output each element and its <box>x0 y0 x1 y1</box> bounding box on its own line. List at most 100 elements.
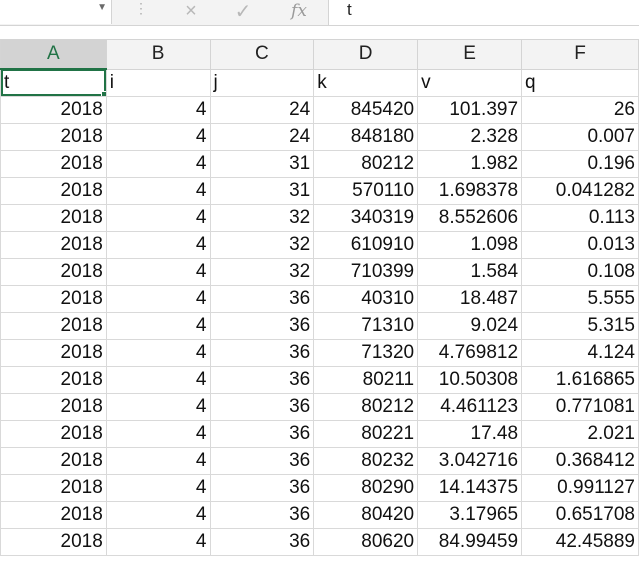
table-cell[interactable]: 101.397 <box>417 95 523 124</box>
table-cell[interactable]: 24 <box>209 122 315 151</box>
table-cell[interactable]: 848180 <box>313 122 419 151</box>
table-cell[interactable]: 80211 <box>313 365 419 394</box>
table-cell[interactable]: 4 <box>105 284 211 313</box>
table-cell[interactable]: 4 <box>105 365 211 394</box>
table-cell[interactable]: 32 <box>209 203 315 232</box>
table-cell[interactable]: 5.555 <box>521 284 639 313</box>
table-cell[interactable]: 4 <box>105 473 211 502</box>
table-cell[interactable]: 0.196 <box>521 149 639 178</box>
table-cell[interactable]: 4 <box>105 338 211 367</box>
table-cell[interactable]: 0.368412 <box>521 446 639 475</box>
table-cell[interactable]: 4 <box>105 257 211 286</box>
table-cell[interactable]: 570110 <box>313 176 419 205</box>
table-cell[interactable]: 0.651708 <box>521 500 639 529</box>
table-cell[interactable]: 2.021 <box>521 419 639 448</box>
table-cell[interactable]: 5.315 <box>521 311 639 340</box>
table-cell[interactable]: 4 <box>105 500 211 529</box>
table-cell[interactable]: 80221 <box>313 419 419 448</box>
table-cell[interactable]: 0.108 <box>521 257 639 286</box>
fill-handle[interactable] <box>100 90 106 95</box>
table-cell[interactable]: 71320 <box>313 338 419 367</box>
table-cell[interactable]: 340319 <box>313 203 419 232</box>
table-cell[interactable]: 2018 <box>0 257 107 286</box>
name-box[interactable]: ▼ <box>0 0 112 24</box>
header-cell[interactable]: q <box>521 68 639 97</box>
table-cell[interactable]: 36 <box>209 338 315 367</box>
table-cell[interactable]: 0.041282 <box>521 176 639 205</box>
column-header-c[interactable]: C <box>209 39 315 70</box>
table-cell[interactable]: 80212 <box>313 392 419 421</box>
table-cell[interactable]: 4 <box>105 419 211 448</box>
table-cell[interactable]: 4 <box>105 446 211 475</box>
table-cell[interactable]: 2018 <box>0 446 107 475</box>
header-cell[interactable]: j <box>209 68 315 97</box>
table-cell[interactable]: 10.50308 <box>417 365 523 394</box>
drag-handle-icon[interactable]: ⋮ <box>134 0 148 17</box>
table-cell[interactable]: 36 <box>209 473 315 502</box>
table-cell[interactable]: 2018 <box>0 392 107 421</box>
table-cell[interactable]: 4 <box>105 392 211 421</box>
formula-input[interactable]: t <box>329 0 639 25</box>
insert-function-icon[interactable]: fx <box>282 0 316 22</box>
table-cell[interactable]: 36 <box>209 527 315 556</box>
column-header-a[interactable]: A <box>0 39 107 70</box>
active-cell[interactable]: t <box>0 68 107 97</box>
header-cell[interactable]: k <box>313 68 419 97</box>
table-cell[interactable]: 0.013 <box>521 230 639 259</box>
table-cell[interactable]: 4 <box>105 149 211 178</box>
table-cell[interactable]: 610910 <box>313 230 419 259</box>
table-cell[interactable]: 4 <box>105 230 211 259</box>
table-cell[interactable]: 42.45889 <box>521 527 639 556</box>
table-cell[interactable]: 4 <box>105 203 211 232</box>
table-cell[interactable]: 84.99459 <box>417 527 523 556</box>
table-cell[interactable]: 4 <box>105 311 211 340</box>
table-cell[interactable]: 4.769812 <box>417 338 523 367</box>
table-cell[interactable]: 2.328 <box>417 122 523 151</box>
table-cell[interactable]: 32 <box>209 230 315 259</box>
table-cell[interactable]: 2018 <box>0 338 107 367</box>
table-cell[interactable]: 4 <box>105 95 211 124</box>
table-cell[interactable]: 4 <box>105 122 211 151</box>
table-cell[interactable]: 2018 <box>0 284 107 313</box>
table-cell[interactable]: 18.487 <box>417 284 523 313</box>
table-cell[interactable]: 0.991127 <box>521 473 639 502</box>
table-cell[interactable]: 710399 <box>313 257 419 286</box>
table-cell[interactable]: 8.552606 <box>417 203 523 232</box>
table-cell[interactable]: 80232 <box>313 446 419 475</box>
table-cell[interactable]: 0.771081 <box>521 392 639 421</box>
table-cell[interactable]: 4.124 <box>521 338 639 367</box>
table-cell[interactable]: 2018 <box>0 122 107 151</box>
table-cell[interactable]: 31 <box>209 176 315 205</box>
table-cell[interactable]: 36 <box>209 419 315 448</box>
table-cell[interactable]: 32 <box>209 257 315 286</box>
table-cell[interactable]: 4.461123 <box>417 392 523 421</box>
table-cell[interactable]: 2018 <box>0 149 107 178</box>
table-cell[interactable]: 36 <box>209 284 315 313</box>
table-cell[interactable]: 4 <box>105 176 211 205</box>
table-cell[interactable]: 2018 <box>0 365 107 394</box>
table-cell[interactable]: 9.024 <box>417 311 523 340</box>
table-cell[interactable]: 2018 <box>0 230 107 259</box>
table-cell[interactable]: 1.098 <box>417 230 523 259</box>
table-cell[interactable]: 2018 <box>0 95 107 124</box>
table-cell[interactable]: 36 <box>209 500 315 529</box>
column-header-f[interactable]: F <box>521 39 639 70</box>
header-cell[interactable]: v <box>417 68 523 97</box>
table-cell[interactable]: 845420 <box>313 95 419 124</box>
table-cell[interactable]: 36 <box>209 365 315 394</box>
table-cell[interactable]: 2018 <box>0 311 107 340</box>
table-cell[interactable]: 40310 <box>313 284 419 313</box>
cancel-icon[interactable]: × <box>176 0 206 22</box>
table-cell[interactable]: 17.48 <box>417 419 523 448</box>
table-cell[interactable]: 24 <box>209 95 315 124</box>
table-cell[interactable]: 3.17965 <box>417 500 523 529</box>
table-cell[interactable]: 80420 <box>313 500 419 529</box>
table-cell[interactable]: 71310 <box>313 311 419 340</box>
column-header-d[interactable]: D <box>313 39 419 70</box>
table-cell[interactable]: 36 <box>209 392 315 421</box>
table-cell[interactable]: 36 <box>209 311 315 340</box>
enter-icon[interactable]: ✓ <box>228 0 258 23</box>
table-cell[interactable]: 0.113 <box>521 203 639 232</box>
table-cell[interactable]: 31 <box>209 149 315 178</box>
table-cell[interactable]: 2018 <box>0 500 107 529</box>
